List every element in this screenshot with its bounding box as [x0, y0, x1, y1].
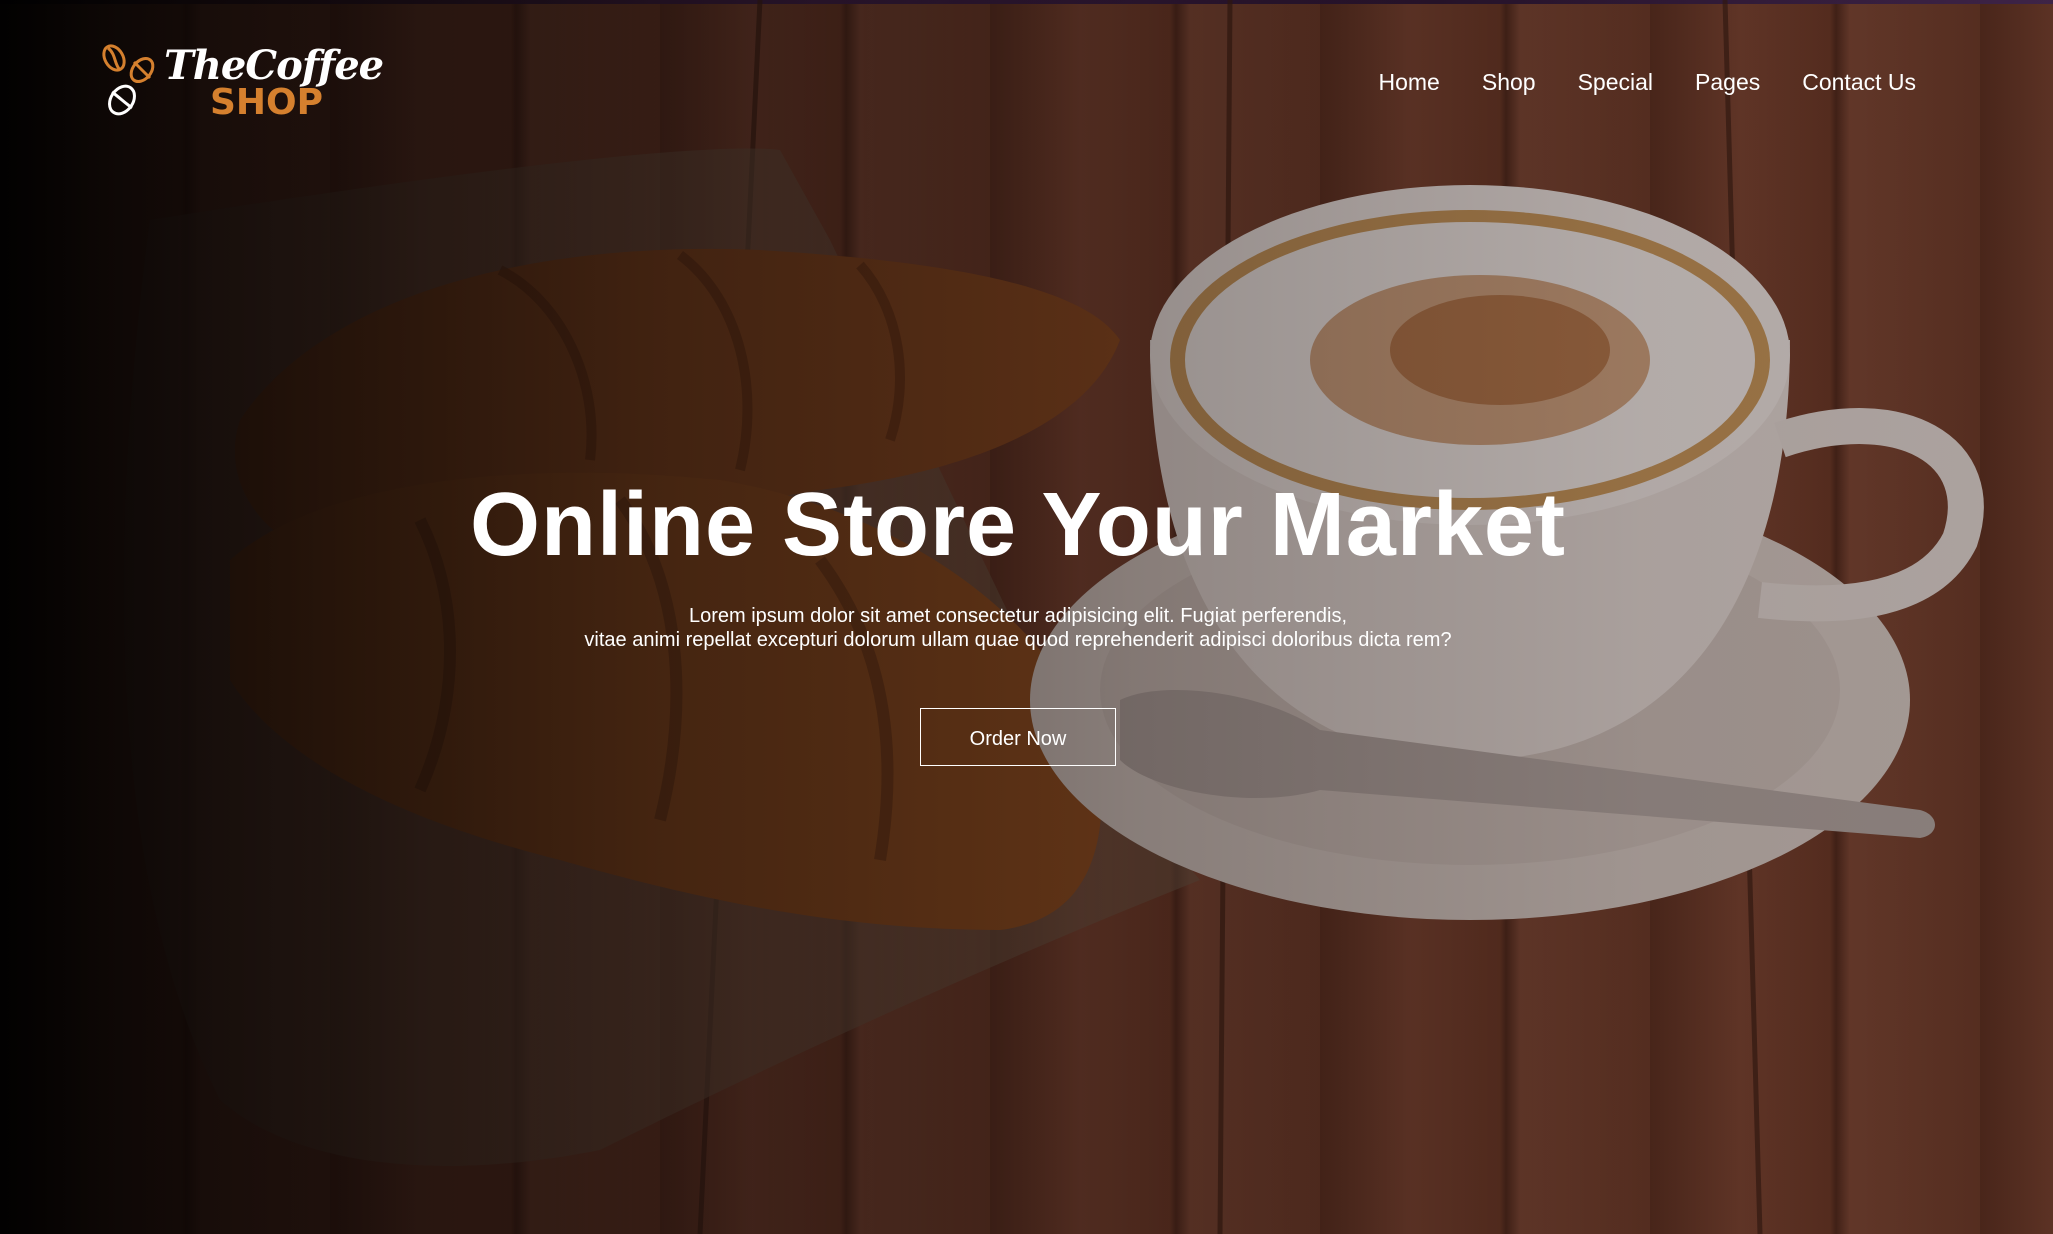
nav-shop[interactable]: Shop	[1482, 66, 1536, 98]
nav-contact-us[interactable]: Contact Us	[1802, 66, 1916, 98]
hero-description: Lorem ipsum dolor sit amet consectetur a…	[0, 604, 2036, 652]
nav-pages[interactable]: Pages	[1695, 66, 1760, 98]
nav-special[interactable]: Special	[1578, 66, 1653, 98]
nav-home[interactable]: Home	[1379, 66, 1440, 98]
brand-name-line2: SHOP	[210, 82, 324, 123]
hero-title: Online Store Your Market	[470, 475, 1566, 575]
site-header: TheCoffee SHOP Home Shop Special Pages C…	[0, 0, 2053, 170]
main-nav: Home Shop Special Pages Contact Us	[1379, 66, 1917, 98]
hero-section: TheCoffee SHOP Home Shop Special Pages C…	[0, 0, 2053, 1234]
order-now-button[interactable]: Order Now	[920, 708, 1116, 766]
hero-description-line1: Lorem ipsum dolor sit amet consectetur a…	[688, 605, 1348, 627]
brand-logo[interactable]: TheCoffee SHOP	[100, 42, 384, 123]
coffee-beans-icon	[102, 44, 155, 116]
hero-description-line2: vitae animi repellat excepturi dolorum u…	[584, 629, 1452, 651]
hero-content: Online Store Your Market Lorem ipsum dol…	[0, 470, 2036, 766]
